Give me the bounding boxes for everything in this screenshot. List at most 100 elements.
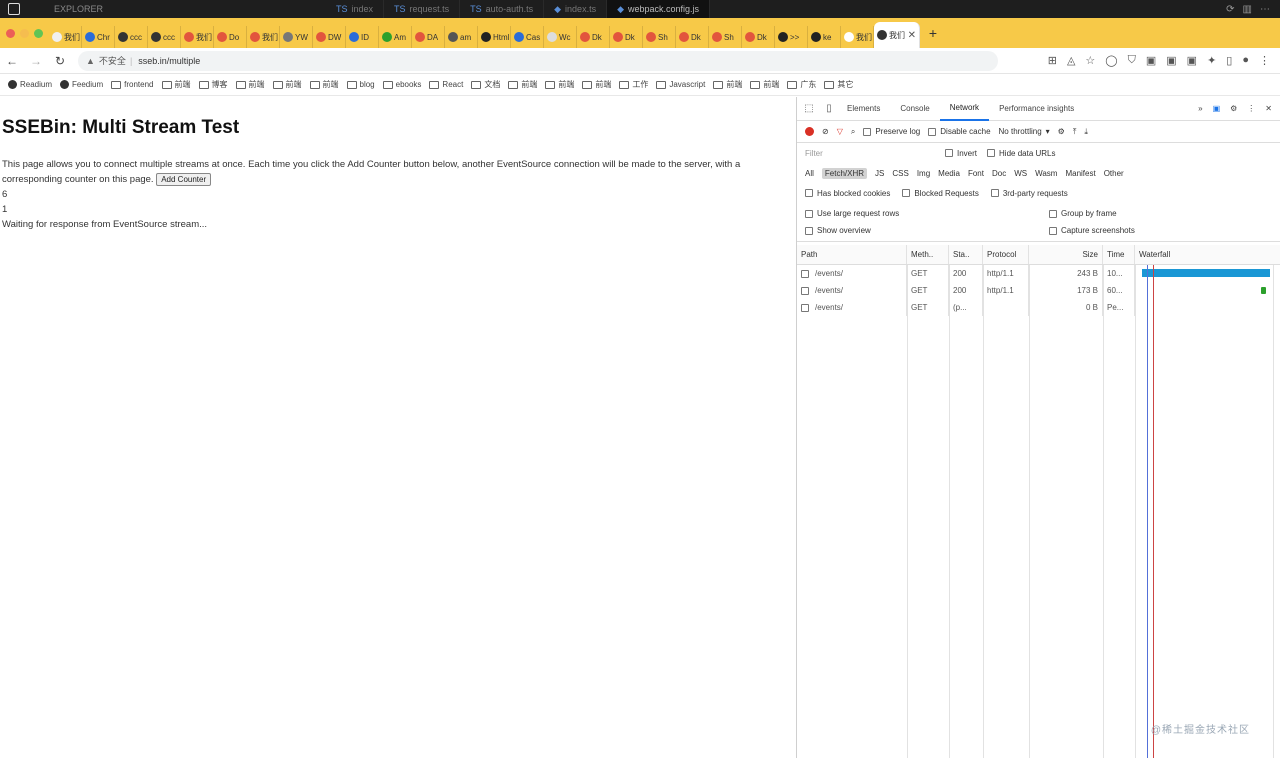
ide-tab[interactable]: TS index [326,0,385,18]
browser-tab[interactable]: Dk [610,26,643,48]
browser-tab[interactable]: Am [379,26,412,48]
type-filter[interactable]: Other [1104,169,1124,178]
add-counter-button[interactable]: Add Counter [156,173,212,186]
browser-tab-label[interactable]: ccc [130,33,142,42]
back-icon[interactable]: ← [0,54,24,68]
not-secure-icon[interactable]: ▲ [86,56,95,66]
type-filter[interactable]: CSS [892,169,908,178]
column-header[interactable]: Meth.. [907,245,949,264]
column-header[interactable]: Time [1103,245,1135,264]
browser-tab[interactable]: ke [808,26,841,48]
bookmark-label[interactable]: 博客 [212,79,228,90]
bookmark-label[interactable]: Javascript [669,80,705,89]
browser-tab-label[interactable]: Chr [97,33,110,42]
browser-tab[interactable]: Cas [511,26,544,48]
browser-tab-label[interactable]: 我们 [64,32,80,43]
ide-tab[interactable]: ◆ webpack.config.js [607,0,711,18]
devtools-tab[interactable]: Console [890,97,939,121]
browser-tab[interactable]: ccc [148,26,181,48]
option-checkbox[interactable]: Blocked Requests [902,189,979,198]
checkbox[interactable] [805,209,813,218]
bookmark-item[interactable]: 前端 [545,79,574,90]
bookmark-label[interactable]: 工作 [632,79,648,90]
search-icon[interactable]: ⌕ [851,127,855,137]
extension-icon[interactable]: ▣ [1166,54,1176,67]
type-filter[interactable]: Font [968,169,984,178]
setting-checkbox[interactable]: Show overview [805,226,1049,235]
ide-tab-label[interactable]: request.ts [410,4,450,14]
bookmark-item[interactable]: 广东 [787,79,816,90]
column-header[interactable]: Waterfall [1135,245,1280,264]
request-path[interactable]: /events/ [797,265,907,282]
puzzle-icon[interactable]: ✦ [1207,54,1216,67]
ide-tab-label[interactable]: auto-auth.ts [486,4,534,14]
column-header[interactable]: Sta.. [949,245,983,264]
browser-tab-label[interactable]: Dk [691,33,701,42]
devtools-tab[interactable]: Elements [837,97,890,121]
option-checkbox[interactable]: Has blocked cookies [805,189,890,198]
browser-tab[interactable]: Dk [676,26,709,48]
checkbox[interactable] [902,189,911,197]
devtools-tab[interactable]: Network [939,97,990,121]
browser-tab[interactable]: Dk [577,26,610,48]
menu-icon[interactable]: ⋮ [1259,54,1270,67]
forward-icon[interactable]: → [24,54,48,68]
security-label[interactable]: 不安全 [99,54,126,67]
split-icon[interactable]: ▥ [1243,4,1252,15]
browser-tab[interactable]: Wc [544,26,577,48]
more-tabs-icon[interactable]: » [1198,104,1202,113]
device-toggle-icon[interactable]: ▯ [821,103,837,114]
type-filter[interactable]: WS [1014,169,1027,178]
hide-data-urls-checkbox[interactable]: Hide data URLs [987,149,1056,158]
table-row[interactable]: /events/GET 200 http/1.1 173 B 60... [797,282,1280,299]
browser-tab[interactable]: ID [346,26,379,48]
kebab-icon[interactable]: ⋮ [1247,104,1255,113]
table-row[interactable]: /events/GET (p... 0 B Pe... [797,299,1280,316]
inspect-icon[interactable]: ⬚ [801,103,817,114]
type-filter[interactable]: Manifest [1065,169,1095,178]
bookmark-item[interactable]: 前端 [582,79,611,90]
type-filter[interactable]: Media [938,169,960,178]
type-filter[interactable]: Wasm [1035,169,1057,178]
gear-icon[interactable]: ⚙ [1230,104,1237,113]
browser-tab-label[interactable]: Sh [658,33,668,42]
export-icon[interactable]: ⤓ [1084,127,1088,137]
browser-tab-label[interactable]: Dk [625,33,635,42]
table-row[interactable]: /events/GET 200 http/1.1 243 B 10... [797,265,1280,282]
omnibox[interactable]: ▲ 不安全 | sseb.in/multiple [78,50,998,71]
request-path[interactable]: /events/ [797,282,907,299]
bookmark-label[interactable]: ebooks [396,80,422,89]
bookmark-label[interactable]: frontend [124,80,153,89]
browser-tab-label[interactable]: 我们 [196,32,212,43]
bookmark-label[interactable]: blog [360,80,375,89]
type-filter[interactable]: Fetch/XHR [821,167,868,179]
column-header[interactable]: Protocol [983,245,1029,264]
bookmark-label[interactable]: 前端 [323,79,339,90]
browser-tab-label[interactable]: Cas [526,33,540,42]
checkbox[interactable] [805,189,813,197]
bookmark-item[interactable]: 博客 [198,79,228,90]
type-filter[interactable]: Doc [992,169,1006,178]
bookmark-item[interactable]: frontend [111,80,154,89]
checkbox[interactable] [1049,226,1057,235]
browser-tab-label[interactable]: 我们 [262,32,278,43]
ide-tab-label[interactable]: index [352,4,374,14]
bookmark-label[interactable]: 广东 [800,79,816,90]
bookmark-item[interactable]: 文档 [471,79,500,90]
throttling-select[interactable]: No throttling ▾ [999,127,1050,136]
bookmark-item[interactable]: Feedium [60,80,103,89]
browser-tab[interactable]: Do [214,26,247,48]
row-checkbox[interactable] [801,303,809,312]
devtools-tab[interactable]: Performance insights [989,97,1084,121]
issues-icon[interactable]: ▣ [1213,104,1221,113]
bookmark-item[interactable]: React [429,80,463,89]
browser-tab[interactable]: 我们 [841,26,874,48]
setting-checkbox[interactable]: Capture screenshots [1049,226,1249,235]
reload-icon[interactable]: ↻ [48,54,72,68]
row-checkbox[interactable] [801,286,809,295]
bookmark-label[interactable]: 其它 [837,79,853,90]
filter-icon[interactable]: ▽ [837,127,843,136]
browser-tab-label[interactable]: DA [427,33,438,42]
checkbox[interactable] [805,226,813,235]
bookmark-item[interactable]: Javascript [656,80,705,89]
